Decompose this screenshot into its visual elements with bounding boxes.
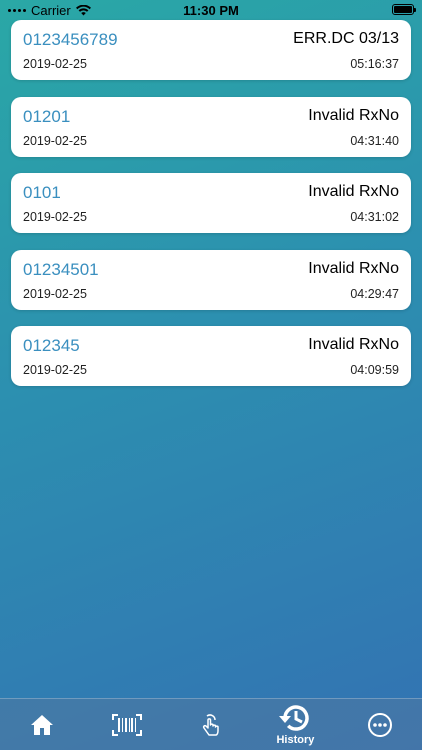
item-date: 2019-02-25: [23, 286, 87, 301]
tab-home[interactable]: [0, 699, 84, 750]
history-item[interactable]: 01201 Invalid RxNo 2019-02-25 04:31:40: [11, 96, 411, 157]
item-time: 05:16:37: [350, 57, 399, 71]
rx-number: 0123456789: [23, 30, 118, 49]
item-date: 2019-02-25: [23, 57, 87, 71]
item-date: 2019-02-25: [23, 133, 87, 148]
result-status: Invalid RxNo: [308, 259, 399, 277]
rx-number: 0101: [23, 183, 61, 202]
result-status: Invalid RxNo: [308, 183, 399, 200]
tab-manual-entry[interactable]: [169, 699, 253, 750]
history-item[interactable]: 0123456789 ERR.DC 03/13 2019-02-25 05:16…: [11, 20, 411, 80]
result-status: Invalid RxNo: [308, 336, 399, 353]
tab-more[interactable]: [338, 699, 422, 750]
rx-number: 01201: [23, 106, 71, 126]
result-status: Invalid RxNo: [308, 106, 399, 124]
item-date: 2019-02-25: [23, 210, 87, 224]
item-time: 04:29:47: [350, 286, 399, 301]
rx-number: 01234501: [23, 259, 99, 279]
more-icon: [367, 712, 392, 737]
tab-scan[interactable]: [84, 699, 168, 750]
item-time: 04:09:59: [350, 363, 399, 377]
rx-number: 012345: [23, 336, 80, 355]
barcode-scan-icon: [111, 713, 142, 736]
tab-history[interactable]: History: [253, 699, 337, 750]
result-status: ERR.DC 03/13: [293, 30, 399, 47]
battery-icon: [392, 4, 416, 15]
item-time: 04:31:40: [350, 133, 399, 148]
item-date: 2019-02-25: [23, 363, 87, 377]
tab-bar: History: [0, 698, 422, 750]
history-icon: [279, 705, 310, 731]
history-item[interactable]: 012345 Invalid RxNo 2019-02-25 04:09:59: [11, 326, 411, 386]
hand-tap-icon: [202, 713, 219, 736]
status-bar: Carrier 11:30 PM: [0, 0, 422, 20]
status-time: 11:30 PM: [183, 3, 239, 18]
history-item[interactable]: 0101 Invalid RxNo 2019-02-25 04:31:02: [11, 173, 411, 233]
item-time: 04:31:02: [350, 210, 399, 224]
tab-history-label: History: [276, 734, 315, 746]
history-item[interactable]: 01234501 Invalid RxNo 2019-02-25 04:29:4…: [11, 249, 411, 310]
home-icon: [31, 714, 54, 735]
history-list: 0123456789 ERR.DC 03/13 2019-02-25 05:16…: [11, 20, 411, 403]
